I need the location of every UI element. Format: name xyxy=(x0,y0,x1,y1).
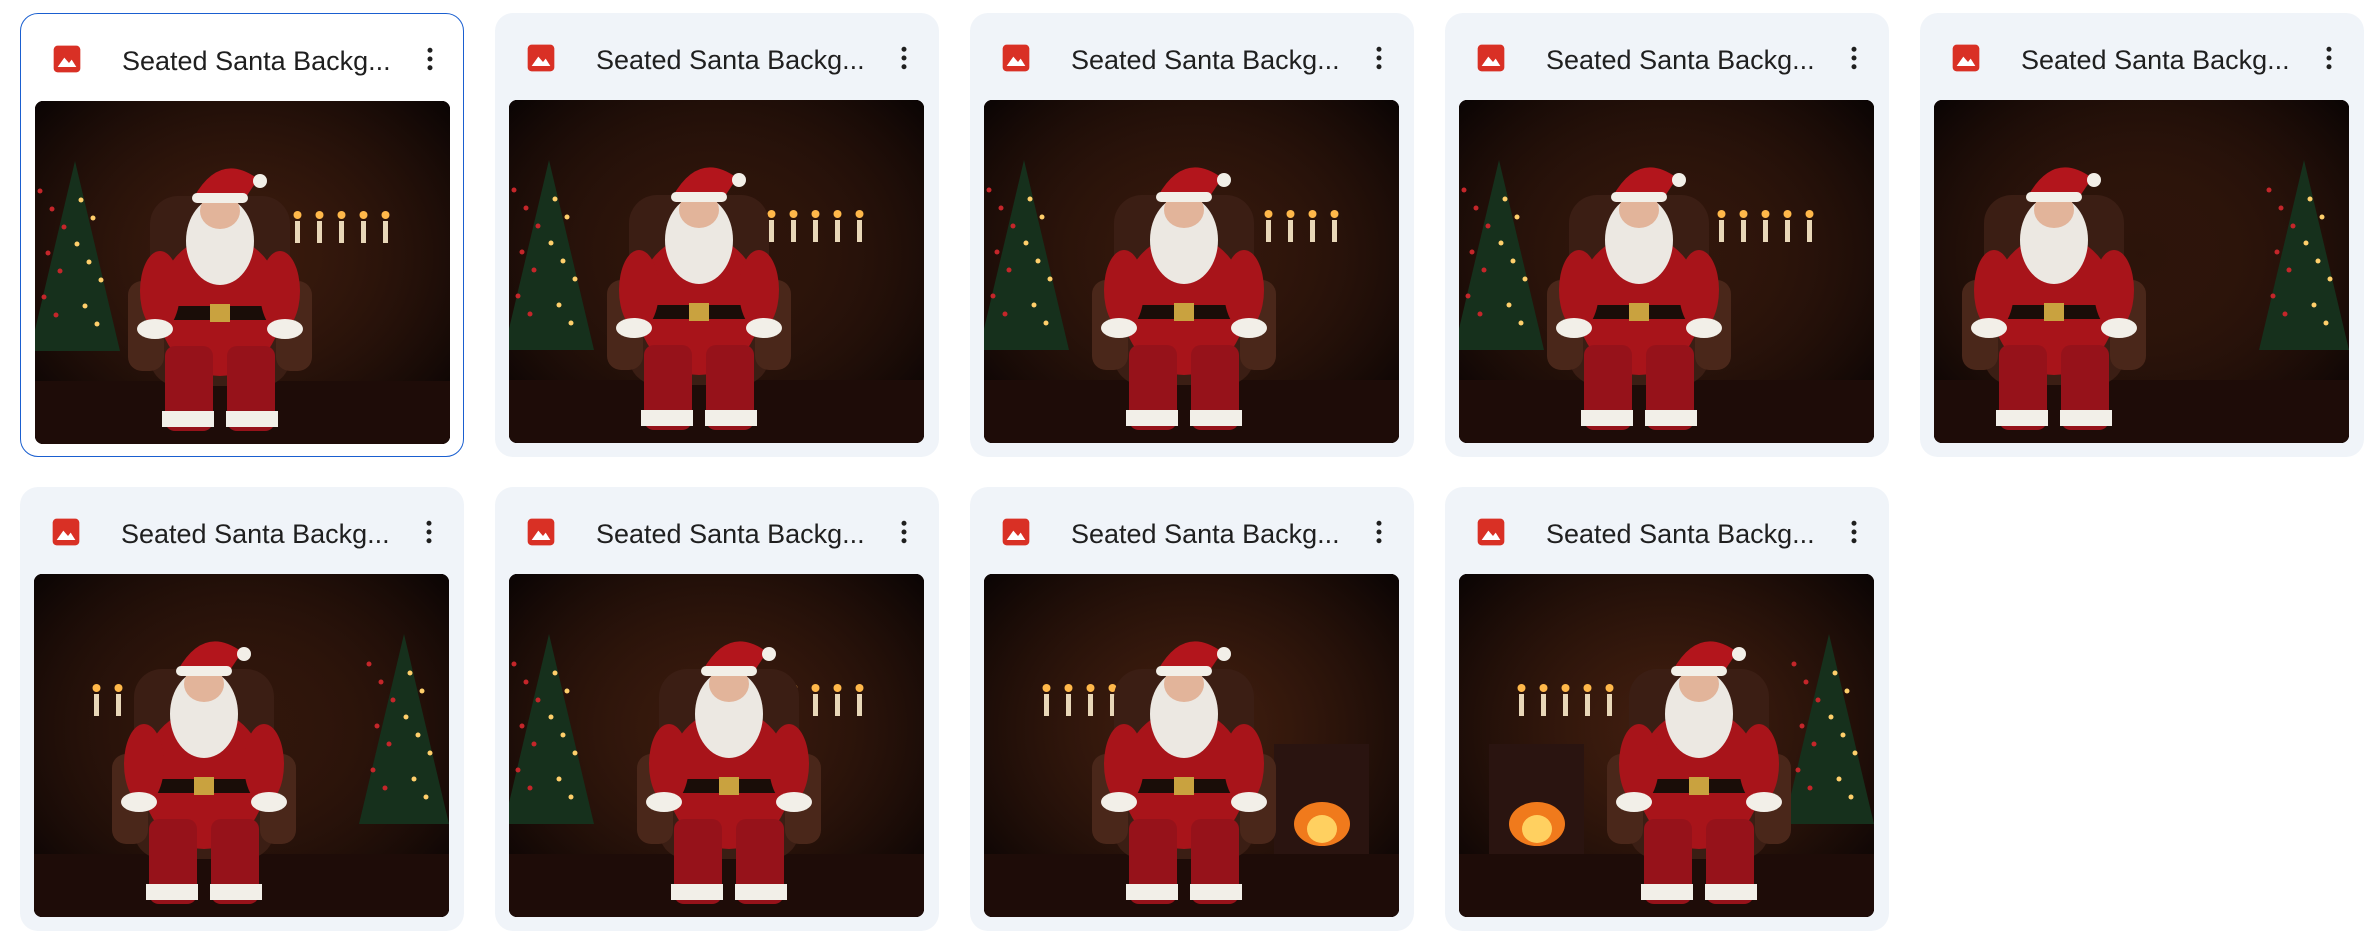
file-thumbnail[interactable] xyxy=(509,574,924,917)
file-name: Seated Santa Backg... xyxy=(2021,45,2290,75)
more-vert-icon xyxy=(1376,520,1382,544)
file-card-header: Seated Santa Backg... xyxy=(495,487,939,575)
file-name: Seated Santa Backg... xyxy=(122,46,391,76)
file-card-header: Seated Santa Backg... xyxy=(21,14,463,102)
more-actions-button[interactable] xyxy=(2306,35,2352,81)
more-actions-button[interactable] xyxy=(881,35,927,81)
file-thumbnail[interactable] xyxy=(984,574,1399,917)
file-card[interactable]: Seated Santa Backg... xyxy=(495,13,939,457)
image-icon xyxy=(1475,516,1507,548)
file-name: Seated Santa Backg... xyxy=(1546,45,1815,75)
file-card[interactable]: Seated Santa Backg... xyxy=(495,487,939,931)
file-card-header: Seated Santa Backg... xyxy=(1445,13,1889,101)
more-actions-button[interactable] xyxy=(1831,35,1877,81)
file-thumbnail[interactable] xyxy=(1934,100,2349,443)
more-vert-icon xyxy=(901,46,907,70)
image-icon xyxy=(525,516,557,548)
file-name: Seated Santa Backg... xyxy=(1071,45,1340,75)
image-icon xyxy=(525,42,557,74)
more-actions-button[interactable] xyxy=(407,36,453,82)
file-name: Seated Santa Backg... xyxy=(1071,519,1340,549)
santa-photo-image xyxy=(984,100,1399,443)
santa-photo-image xyxy=(1459,574,1874,917)
file-thumbnail[interactable] xyxy=(1459,574,1874,917)
file-name: Seated Santa Backg... xyxy=(1546,519,1815,549)
file-card-header: Seated Santa Backg... xyxy=(1920,13,2364,101)
santa-photo-image xyxy=(509,574,924,917)
file-card[interactable]: Seated Santa Backg... xyxy=(1445,487,1889,931)
file-card[interactable]: Seated Santa Backg... xyxy=(1445,13,1889,457)
more-vert-icon xyxy=(2326,46,2332,70)
image-icon xyxy=(51,43,83,75)
image-icon xyxy=(1950,42,1982,74)
file-thumbnail[interactable] xyxy=(984,100,1399,443)
file-card-header: Seated Santa Backg... xyxy=(20,487,464,575)
file-card[interactable]: Seated Santa Backg... xyxy=(20,487,464,931)
more-actions-button[interactable] xyxy=(1356,35,1402,81)
more-vert-icon xyxy=(1851,46,1857,70)
more-vert-icon xyxy=(427,47,433,71)
more-actions-button[interactable] xyxy=(1356,509,1402,555)
file-card-header: Seated Santa Backg... xyxy=(495,13,939,101)
file-card-header: Seated Santa Backg... xyxy=(1445,487,1889,575)
more-actions-button[interactable] xyxy=(406,509,452,555)
santa-photo-image xyxy=(509,100,924,443)
santa-photo-image xyxy=(35,101,450,444)
file-card[interactable]: Seated Santa Backg... xyxy=(970,13,1414,457)
santa-photo-image xyxy=(1934,100,2349,443)
file-name: Seated Santa Backg... xyxy=(121,519,390,549)
file-thumbnail[interactable] xyxy=(1459,100,1874,443)
image-icon xyxy=(1000,516,1032,548)
file-grid: Seated Santa Backg... Seated Santa Backg… xyxy=(20,13,2364,931)
santa-photo-image xyxy=(1459,100,1874,443)
image-icon xyxy=(1475,42,1507,74)
file-name: Seated Santa Backg... xyxy=(596,519,865,549)
more-vert-icon xyxy=(901,520,907,544)
file-thumbnail[interactable] xyxy=(34,574,449,917)
file-card[interactable]: Seated Santa Backg... xyxy=(1920,13,2364,457)
image-icon xyxy=(1000,42,1032,74)
santa-photo-image xyxy=(984,574,1399,917)
file-card-header: Seated Santa Backg... xyxy=(970,487,1414,575)
more-actions-button[interactable] xyxy=(881,509,927,555)
file-thumbnail[interactable] xyxy=(35,101,450,444)
more-vert-icon xyxy=(426,520,432,544)
santa-photo-image xyxy=(34,574,449,917)
file-card[interactable]: Seated Santa Backg... xyxy=(20,13,464,457)
more-vert-icon xyxy=(1376,46,1382,70)
more-actions-button[interactable] xyxy=(1831,509,1877,555)
file-thumbnail[interactable] xyxy=(509,100,924,443)
image-icon xyxy=(50,516,82,548)
file-card-header: Seated Santa Backg... xyxy=(970,13,1414,101)
file-name: Seated Santa Backg... xyxy=(596,45,865,75)
file-card[interactable]: Seated Santa Backg... xyxy=(970,487,1414,931)
more-vert-icon xyxy=(1851,520,1857,544)
